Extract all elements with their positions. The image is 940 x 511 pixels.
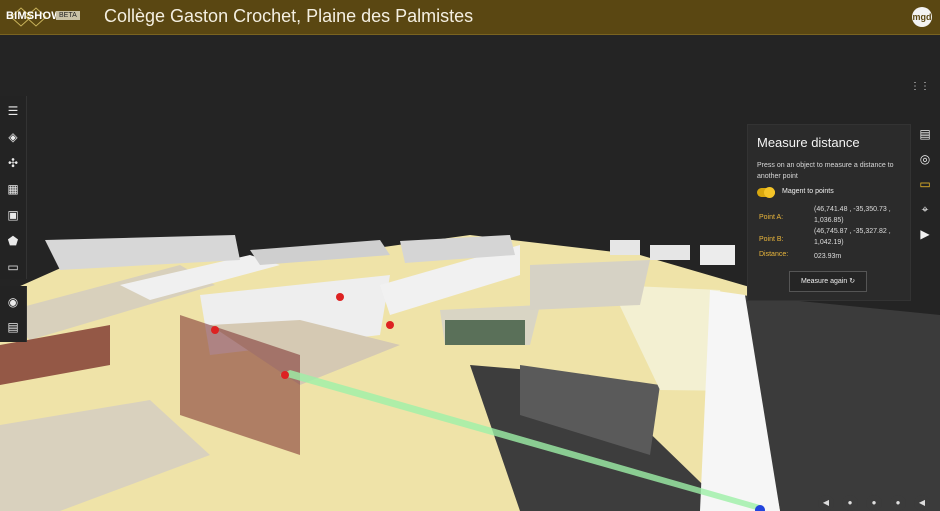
- top-bar: BIMSHOW BETA Collège Gaston Crochet, Pla…: [0, 0, 940, 35]
- eye-icon[interactable]: ◎: [917, 151, 933, 167]
- nav-control-1[interactable]: ◀: [818, 495, 834, 511]
- measure-panel: Measure distance Press on an object to m…: [747, 124, 911, 301]
- toggle-knob: [764, 187, 775, 198]
- document-icon[interactable]: ▤: [917, 126, 933, 142]
- left-toolbar: ☰ ◈ ✣ ▦ ▣ ⬟ ▭: [0, 96, 27, 279]
- measure-again-label: Measure again: [800, 278, 848, 285]
- 3d-viewport[interactable]: ☰ ◈ ✣ ▦ ▣ ⬟ ▭ ◉ ▤ ⋮⋮ ▤ ◎ ▭ ⌖ ▶ Measure d…: [0, 35, 940, 511]
- ruler-icon[interactable]: ▭: [917, 176, 933, 192]
- apps-grid-icon[interactable]: ⋮⋮: [910, 81, 930, 92]
- measure-description: Press on an object to measure a distance…: [757, 162, 894, 180]
- point-b-value: (46,745.87 , -35,327.82 , 1,042.19): [814, 228, 891, 246]
- distance-label: Distance:: [759, 251, 789, 258]
- camera-icon[interactable]: ◉: [5, 294, 21, 310]
- project-title: Collège Gaston Crochet, Plaine des Palmi…: [104, 6, 474, 26]
- photo-icon[interactable]: ▣: [5, 207, 21, 223]
- point-a-label: Point A:: [759, 214, 784, 221]
- distance-value: 023.93m: [814, 253, 842, 260]
- point-a-value: (46,741.48 , -35,350.73 , 1,036.85): [814, 206, 891, 224]
- magnet-toggle[interactable]: [757, 187, 775, 198]
- measure-title: Measure distance: [757, 135, 860, 150]
- user-avatar[interactable]: mgd: [912, 7, 932, 27]
- tag-icon[interactable]: ⬟: [5, 233, 21, 249]
- nav-control-5[interactable]: ◀: [914, 495, 930, 511]
- pin-icon[interactable]: ⌖: [917, 201, 933, 217]
- calendar-icon[interactable]: ▦: [5, 181, 21, 197]
- point-b-label: Point B:: [759, 236, 784, 243]
- play-icon[interactable]: ▶: [917, 226, 933, 242]
- components-icon[interactable]: ✣: [5, 155, 21, 171]
- app-name: BIMSHOW: [6, 10, 62, 22]
- magnet-toggle-label: Magent to points: [782, 188, 834, 195]
- right-toolbar: ▤ ◎ ▭ ⌖ ▶: [910, 120, 940, 250]
- nav-control-4[interactable]: ●: [890, 495, 906, 511]
- gallery-icon[interactable]: ▤: [5, 319, 21, 335]
- list-icon[interactable]: ☰: [5, 103, 21, 119]
- paint-roller-icon[interactable]: ▭: [5, 259, 21, 275]
- nav-control-2[interactable]: ●: [842, 495, 858, 511]
- beta-badge: BETA: [56, 11, 80, 20]
- layers-icon[interactable]: ◈: [5, 129, 21, 145]
- measure-again-button[interactable]: Measure again ↻: [789, 271, 867, 292]
- left-toolbar-2: ◉ ▤: [0, 286, 27, 342]
- nav-control-3[interactable]: ●: [866, 495, 882, 511]
